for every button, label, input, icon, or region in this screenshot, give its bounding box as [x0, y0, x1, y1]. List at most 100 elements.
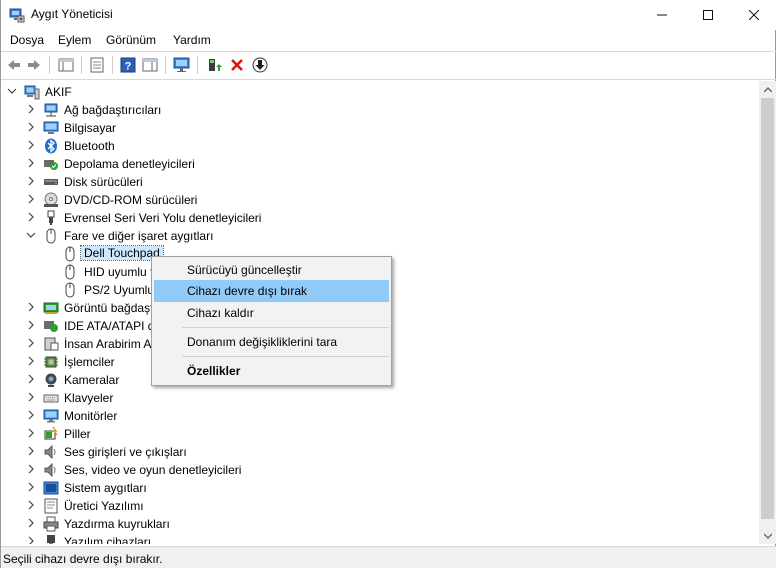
tree-item-system-devices[interactable]: Sistem aygıtları: [1, 479, 759, 497]
processor-icon: [44, 356, 58, 368]
tree-root-row[interactable]: AKIF: [1, 83, 759, 101]
uninstall-button[interactable]: [228, 56, 246, 74]
mouse-icon: [65, 264, 75, 280]
maximize-icon: [703, 10, 713, 20]
console-tree-icon: [58, 58, 74, 72]
update-driver-button[interactable]: [205, 56, 223, 74]
tree-item-label: Monitörler: [64, 409, 118, 423]
camera-icon: [45, 373, 57, 387]
chevron-right-icon[interactable]: [25, 122, 37, 134]
forward-button[interactable]: [25, 56, 43, 74]
toolbar-separator: [197, 56, 198, 74]
tree-item-monitors[interactable]: Monitörler: [1, 407, 759, 425]
chevron-right-icon[interactable]: [25, 464, 37, 476]
show-hide-tree-button[interactable]: [57, 56, 75, 74]
menu-eylem[interactable]: Eylem: [58, 33, 91, 47]
close-button[interactable]: [731, 0, 776, 30]
tree-item-keyboards[interactable]: Klavyeler: [1, 389, 759, 407]
keyboard-icon: [43, 394, 59, 403]
chevron-right-icon[interactable]: [25, 410, 37, 422]
toolbar-separator-line: [1, 79, 776, 80]
tree-item-software-devices[interactable]: Yazılım cihazları: [1, 533, 759, 544]
menu-uninstall-device-label: Cihazı kaldır: [187, 306, 254, 320]
tree-item-network-adapters[interactable]: Ağ bağdaştırıcıları: [1, 101, 759, 119]
tree-item-label: İşlemciler: [64, 355, 115, 369]
menu-properties[interactable]: Özellikler: [154, 360, 389, 382]
tree-item-label: Evrensel Seri Veri Yolu denetleyicileri: [64, 211, 262, 225]
menu-uninstall-device[interactable]: Cihazı kaldır: [154, 302, 389, 324]
menu-bar: Dosya Eylem Görünüm Yardım: [1, 30, 776, 50]
tree-item-disk-drives[interactable]: Disk sürücüleri: [1, 173, 759, 191]
update-driver-icon: [209, 59, 222, 71]
chevron-right-icon[interactable]: [25, 158, 37, 170]
chevron-right-icon[interactable]: [25, 500, 37, 512]
tree-item-label: Fare ve diğer işaret aygıtları: [64, 229, 214, 243]
tree-item-sound-video-game[interactable]: Ses, video ve oyun denetleyicileri: [1, 461, 759, 479]
chevron-right-icon[interactable]: [25, 140, 37, 152]
maximize-button[interactable]: [685, 0, 731, 30]
back-button[interactable]: [5, 56, 23, 74]
monitor-icon: [43, 409, 59, 423]
scroll-down-button[interactable]: [759, 527, 776, 544]
menu-dosya[interactable]: Dosya: [10, 33, 44, 47]
scroll-up-button[interactable]: [759, 81, 776, 98]
tree-item-label: Piller: [64, 427, 91, 441]
chevron-right-icon[interactable]: [25, 212, 37, 224]
menu-scan-hardware-changes[interactable]: Donanım değişikliklerini tara: [154, 331, 389, 353]
printer-icon: [43, 516, 59, 532]
scan-hardware-button[interactable]: [173, 56, 191, 74]
chevron-right-icon[interactable]: [25, 176, 37, 188]
toolbar-separator: [81, 56, 82, 74]
tree-item-usb-controllers[interactable]: Evrensel Seri Veri Yolu denetleyicileri: [1, 209, 759, 227]
tree-item-computer[interactable]: Bilgisayar: [1, 119, 759, 137]
chevron-down-icon[interactable]: [6, 86, 18, 98]
action-pane-button[interactable]: [141, 56, 159, 74]
minimize-button[interactable]: [639, 0, 685, 30]
network-adapter-icon: [44, 103, 58, 117]
properties-toolbar-button[interactable]: [88, 56, 106, 74]
title-bar[interactable]: Aygıt Yöneticisi: [1, 0, 776, 30]
chevron-right-icon[interactable]: [25, 356, 37, 368]
chevron-right-icon[interactable]: [25, 536, 37, 544]
scrollbar-thumb[interactable]: [761, 98, 774, 519]
scroll-down-arrow-icon: [763, 533, 772, 539]
bluetooth-icon: [45, 138, 57, 154]
action-pane-icon: [142, 58, 158, 72]
chevron-right-icon[interactable]: [25, 320, 37, 332]
back-arrow-icon: [8, 60, 20, 70]
tree-item-dvd-drives[interactable]: DVD/CD-ROM sürücüleri: [1, 191, 759, 209]
forward-arrow-icon: [28, 60, 40, 70]
chevron-down-icon[interactable]: [25, 230, 37, 242]
chevron-right-icon[interactable]: [25, 374, 37, 386]
menu-disable-device[interactable]: Cihazı devre dışı bırak: [154, 280, 389, 302]
tree-item-bluetooth[interactable]: Bluetooth: [1, 137, 759, 155]
speaker-icon: [44, 444, 56, 460]
tree-item-firmware[interactable]: Üretici Yazılımı: [1, 497, 759, 515]
menu-update-driver-label: Sürücüyü güncelleştir: [187, 263, 302, 277]
tree-item-audio-inputs-outputs[interactable]: Ses girişleri ve çıkışları: [1, 443, 759, 461]
chevron-right-icon[interactable]: [25, 194, 37, 206]
vertical-scrollbar[interactable]: [759, 81, 776, 544]
chevron-right-icon[interactable]: [25, 392, 37, 404]
chevron-right-icon[interactable]: [25, 338, 37, 350]
menu-update-driver[interactable]: Sürücüyü güncelleştir: [154, 259, 389, 281]
chevron-right-icon[interactable]: [25, 428, 37, 440]
chevron-right-icon[interactable]: [25, 482, 37, 494]
tree-item-print-queues[interactable]: Yazdırma kuyrukları: [1, 515, 759, 533]
menu-gorunum[interactable]: Görünüm: [106, 33, 156, 47]
tree-item-batteries[interactable]: Piller: [1, 425, 759, 443]
chevron-right-icon[interactable]: [25, 104, 37, 116]
system-device-icon: [43, 481, 59, 495]
help-button[interactable]: ?: [119, 56, 137, 74]
chevron-right-icon[interactable]: [25, 518, 37, 530]
tree-item-storage-controllers[interactable]: Depolama denetleyicileri: [1, 155, 759, 173]
chevron-right-icon[interactable]: [25, 302, 37, 314]
menu-yardim[interactable]: Yardım: [173, 33, 211, 47]
chevron-right-icon[interactable]: [25, 446, 37, 458]
device-manager-app-icon: [9, 8, 25, 23]
tree-item-mice-expanded[interactable]: Fare ve diğer işaret aygıtları: [1, 227, 759, 245]
mouse-icon: [65, 282, 75, 298]
tree-item-label: Ses, video ve oyun denetleyicileri: [64, 463, 242, 477]
disable-device-button[interactable]: [251, 56, 269, 74]
toolbar-separator: [49, 56, 50, 74]
